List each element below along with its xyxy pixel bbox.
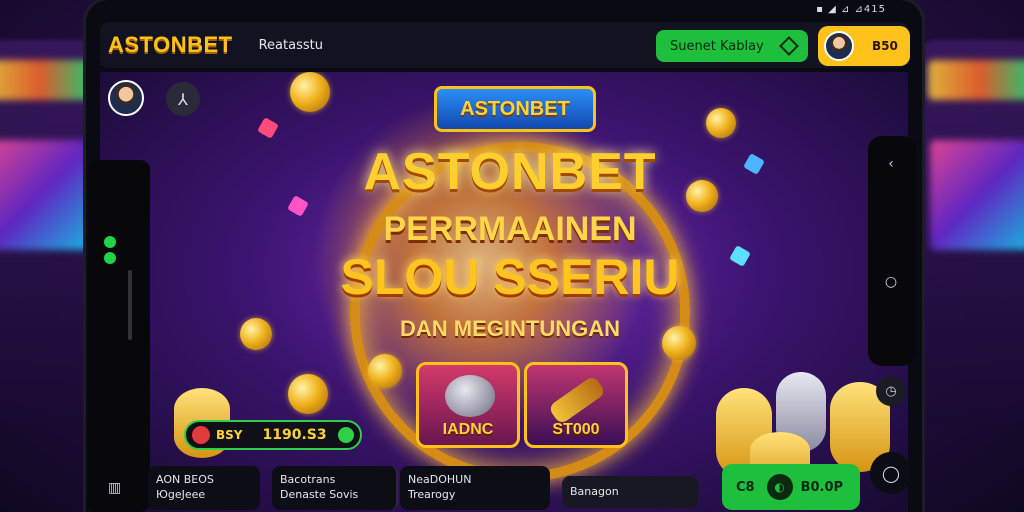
bottom-info-1[interactable]: AON BEOS ЮgeJeee: [148, 466, 260, 510]
bet-button-amount: B0.0P: [800, 479, 844, 495]
game-tagline: DAN MEGINTUNGAN: [400, 316, 620, 341]
game-subtitle: PERRMAAINEN: [383, 210, 637, 248]
top-bar: ASTONBET Reatasstu Suenet Kablay B50: [100, 22, 910, 68]
game-card-helmet[interactable]: IADNC: [416, 362, 520, 448]
bars-icon[interactable]: ▥: [108, 480, 121, 496]
avatar: [108, 80, 144, 116]
bottom-info-2[interactable]: Bacotrans Denaste Sovis: [272, 466, 398, 510]
back-icon[interactable]: ‹: [882, 156, 900, 174]
coin-decoration: [290, 72, 330, 112]
win-amount-pill: BSY 1190.S3: [184, 420, 362, 450]
game-card-scroll[interactable]: ST000: [524, 362, 628, 448]
gem-decoration: [729, 245, 751, 267]
bottom-info-3-line2: Trearogy: [408, 488, 456, 501]
background-arcade-left: [0, 40, 100, 420]
banner-text: ASTONBET: [460, 97, 570, 120]
bottom-info-3[interactable]: NeaDOHUN Trearogy: [400, 466, 550, 510]
bottom-info-1-line1: AON BEOS: [156, 473, 214, 486]
top-action-button-label: Suenet Kablay: [670, 38, 764, 54]
phone-frame: ▪︎ ◢ ⊿ ⊿415 ASTONBET Reatasstu Suenet Ka…: [86, 0, 922, 512]
game-card-label: ST000: [552, 421, 600, 438]
avatar: [824, 31, 854, 61]
top-action-button[interactable]: Suenet Kablay: [656, 30, 808, 62]
status-dots: [104, 236, 118, 264]
bottom-info-2-line1: Bacotrans: [280, 473, 336, 486]
scroll-handle[interactable]: [128, 270, 132, 340]
chip-icon: [192, 426, 210, 444]
status-bar: ▪︎ ◢ ⊿ ⊿415: [816, 4, 886, 15]
win-label: BSY: [216, 428, 243, 442]
background-arcade-right: [920, 40, 1024, 420]
bottom-info-1-line2: ЮgeJeee: [156, 488, 206, 501]
profile-balance-pill[interactable]: B50: [818, 26, 910, 66]
gem-decoration: [743, 153, 765, 175]
home-icon[interactable]: ○: [882, 274, 900, 292]
coin-decoration: [686, 180, 718, 212]
spin-icon: ◐: [766, 474, 793, 500]
bottom-input[interactable]: Banagon: [562, 476, 698, 508]
game-headline: SLOU SSERIU: [340, 249, 680, 305]
scroll-icon: [547, 374, 607, 426]
bottom-bar: AON BEOS ЮgeJeee Bacotrans Denaste Sovis…: [148, 462, 864, 512]
bottom-input-label: Banagon: [570, 485, 619, 498]
balance-value: B50: [872, 39, 898, 53]
app-logo: ASTONBET: [108, 32, 233, 57]
clock-icon[interactable]: ◷: [876, 376, 906, 406]
game-banner: ASTONBET: [434, 86, 596, 132]
left-side-panel: ▥: [88, 160, 150, 512]
app-title: Reatasstu: [258, 37, 323, 53]
game-viewport[interactable]: ⅄ ASTONBET ASTONBET PERRMAAINEN SLOU SSE…: [100, 72, 908, 512]
game-card-label: IADNC: [442, 421, 494, 438]
coin-decoration: [240, 318, 272, 350]
helmet-icon: [445, 375, 495, 417]
game-title: ASTONBET: [363, 143, 657, 201]
bet-button-label: C8: [736, 479, 755, 495]
bottom-info-3-line1: NeaDOHUN: [408, 473, 472, 486]
player-avatar[interactable]: [108, 80, 144, 116]
chat-icon[interactable]: ◯: [870, 452, 912, 494]
check-icon: [338, 427, 354, 443]
diamond-icon: [779, 36, 799, 56]
gem-decoration: [257, 117, 279, 139]
coin-decoration: [706, 108, 736, 138]
win-value: 1190.S3: [262, 427, 327, 443]
bet-button[interactable]: C8 ◐ B0.0P: [722, 464, 860, 510]
right-nav-panel: ‹ ○: [868, 136, 916, 366]
coin-decoration: [288, 374, 328, 414]
menu-icon[interactable]: ⅄: [166, 82, 200, 116]
coin-decoration: [368, 354, 402, 388]
bottom-info-2-line2: Denaste Sovis: [280, 488, 359, 501]
